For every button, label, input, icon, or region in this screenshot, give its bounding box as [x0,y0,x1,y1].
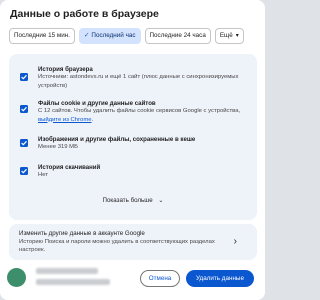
item-title: История браузера [38,66,93,73]
checkbox-checked-icon[interactable] [20,105,28,113]
item-title: Файлы cookie и другие данные сайтов [38,100,156,107]
account-name-redacted [36,268,98,274]
chip-label: Последние 15 мин. [14,32,70,39]
show-more-label: Показать больше [102,197,153,204]
item-description: С 12 сайтов. Чтобы удалить файлы cookie … [38,107,248,124]
google-account-data-link[interactable]: Изменить другие данные в аккаунте Google… [9,224,257,260]
item-description-text: С 12 сайтов. Чтобы удалить файлы cookie … [38,108,241,114]
chevron-right-icon: › [233,236,237,247]
data-types-panel: История браузера Источники: astondevs.ru… [9,54,257,220]
item-title: История скачиваний [38,164,101,171]
checkbox-checked-icon[interactable] [20,139,28,147]
item-description: Источники: astondevs.ru и ещё 1 сайт (пл… [38,74,239,89]
sign-out-chrome-link[interactable]: выйдите из Chrome [38,117,92,123]
item-description: Нет [38,172,49,178]
chip-more[interactable]: Ещё ▾ [214,28,244,44]
checkbox-checked-icon[interactable] [20,167,28,175]
item-description-end: . [91,116,94,123]
account-email-redacted [36,279,110,285]
checkbox-checked-icon[interactable] [20,73,28,81]
chip-label: Последний час [91,32,136,39]
item-title: Изображения и другие файлы, сохраненные … [38,136,196,143]
check-icon: ✓ [83,32,90,39]
chevron-down-icon: ⌄ [158,198,164,204]
chip-last-24-hours[interactable]: Последние 24 часа [144,28,211,44]
time-range-chips: Последние 15 мин. ✓ Последний час Послед… [9,28,244,44]
chip-last-15-min[interactable]: Последние 15 мин. [9,28,75,44]
dialog-title: Данные о работе в браузере [10,8,159,20]
item-description: Менее 319 МБ [38,144,78,150]
clear-browsing-data-dialog: Данные о работе в браузере Последние 15 … [0,0,265,300]
chip-last-hour[interactable]: ✓ Последний час [78,28,141,44]
chip-label: Ещё [219,32,233,39]
show-more-button[interactable]: Показать больше ⌄ [9,197,257,204]
cancel-button[interactable]: Отмена [140,270,180,287]
delete-data-button[interactable]: Удалить данные [186,270,254,287]
avatar [7,268,26,287]
google-title: Изменить другие данные в аккаунте Google [19,230,145,237]
google-description: Историю Поиска и пароли можно удалить в … [19,239,215,254]
chip-label: Последние 24 часа [149,32,206,39]
chevron-down-icon: ▾ [235,33,239,39]
